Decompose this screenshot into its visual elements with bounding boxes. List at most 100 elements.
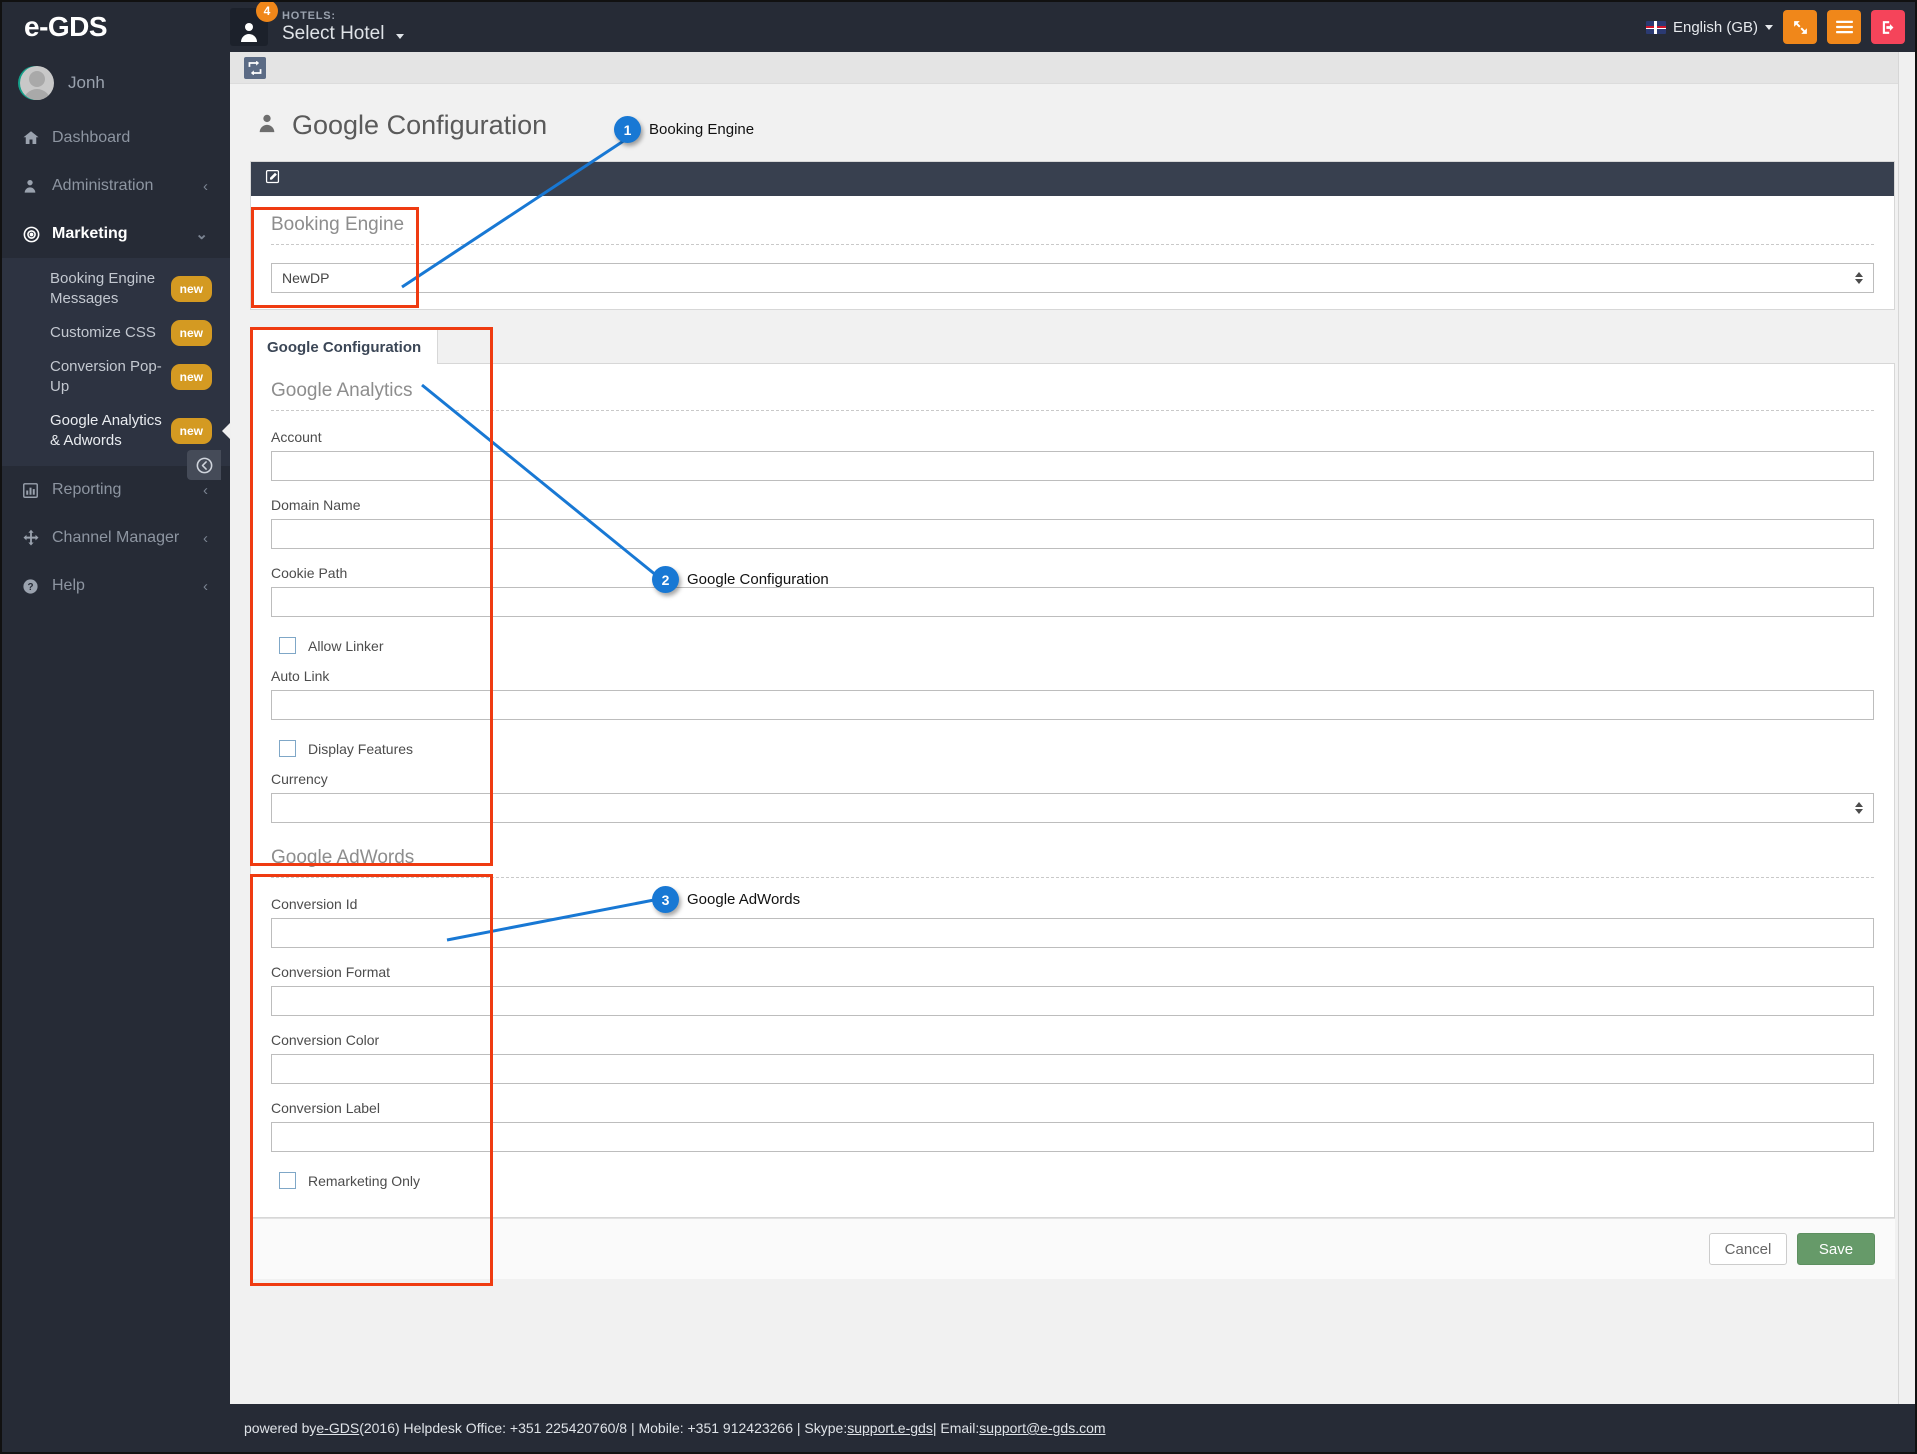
uk-flag-icon — [1645, 20, 1666, 34]
currency-select[interactable] — [271, 793, 1874, 823]
field-group-cookie-path: Cookie Path — [271, 565, 1874, 633]
footer-email-label: | Email: — [932, 1420, 980, 1436]
sidebar-item-marketing[interactable]: Marketing ⌄ — [2, 210, 230, 258]
select-spinner-icon — [1855, 802, 1863, 814]
arrows-move-icon — [22, 529, 48, 547]
field-group-conversion-color: Conversion Color — [271, 1032, 1874, 1100]
display-features-checkbox[interactable] — [279, 740, 296, 757]
google-configuration-tab-panel: Google Analytics Account Domain Name Coo… — [250, 363, 1895, 1218]
bar-chart-icon — [22, 482, 48, 499]
cancel-button[interactable]: Cancel — [1709, 1233, 1787, 1265]
sidebar-item-label: Reporting — [52, 481, 122, 498]
status-badge: new — [170, 320, 212, 346]
checkbox-row-remarketing-only[interactable]: Remarketing Only — [279, 1172, 1874, 1189]
remarketing-only-checkbox[interactable] — [279, 1172, 296, 1189]
footer-brand-link[interactable]: e-GDS — [316, 1420, 359, 1436]
field-label-domain-name: Domain Name — [271, 497, 361, 513]
footer-prefix: powered by — [244, 1420, 317, 1436]
account-input[interactable] — [271, 451, 1874, 481]
user-icon — [256, 112, 278, 139]
sidebar-collapse-button[interactable] — [187, 450, 221, 480]
form-actions: Cancel Save — [250, 1218, 1895, 1279]
field-group-conversion-format: Conversion Format — [271, 964, 1874, 1032]
chevron-down-icon — [1765, 24, 1773, 30]
sidebar-item-administration[interactable]: Administration ‹ — [2, 162, 230, 210]
refresh-icon[interactable] — [244, 56, 266, 79]
sidebar-item-label: Conversion Pop-Up — [50, 358, 162, 395]
sidebar-item-label: Administration — [52, 177, 154, 194]
divider — [271, 244, 1874, 245]
sidebar-item-label: Marketing — [52, 225, 128, 242]
panel-header — [251, 162, 1894, 196]
divider — [271, 877, 1874, 878]
language-selector[interactable]: English (GB) — [1645, 18, 1773, 36]
vertical-scrollbar[interactable] — [1898, 52, 1915, 1404]
allow-linker-checkbox[interactable] — [279, 637, 296, 654]
sidebar-item-booking-engine-messages[interactable]: Booking Engine Messages new — [2, 262, 230, 316]
chevron-down-icon: ⌄ — [195, 226, 208, 243]
sidebar: Jonh Dashboard Administration ‹ Marketin… — [2, 52, 231, 1404]
save-button[interactable]: Save — [1797, 1233, 1875, 1265]
top-bar-actions: English (GB) — [1645, 10, 1915, 44]
sidebar-item-label: Dashboard — [52, 129, 131, 146]
booking-engine-select[interactable]: NewDP — [271, 263, 1874, 293]
sidebar-item-label: Help — [52, 577, 85, 594]
field-label-currency: Currency — [271, 771, 328, 787]
select-spinner-icon — [1855, 272, 1863, 284]
main-content: Google Configuration Booking Engine NewD… — [230, 52, 1915, 1404]
notification-count-badge: 4 — [256, 2, 278, 22]
field-group-domain-name: Domain Name — [271, 497, 1874, 565]
hamburger-menu-icon[interactable] — [1827, 10, 1861, 44]
hotel-selector-block[interactable]: 4 HOTELS: Select Hotel — [230, 2, 404, 46]
logout-icon[interactable] — [1871, 10, 1905, 44]
hotel-select-dropdown[interactable]: Select Hotel — [282, 23, 404, 45]
avatar — [20, 66, 54, 100]
section-title-google-analytics: Google Analytics — [271, 380, 413, 401]
checkbox-row-allow-linker[interactable]: Allow Linker — [279, 637, 1874, 654]
booking-engine-panel: Booking Engine NewDP — [250, 161, 1895, 310]
conversion-id-input[interactable] — [271, 918, 1874, 948]
conversion-format-input[interactable] — [271, 986, 1874, 1016]
page-footer: powered by e-GDS (2016) Helpdesk Office:… — [230, 1404, 1915, 1452]
auto-link-input[interactable] — [271, 690, 1874, 720]
field-label-auto-link: Auto Link — [271, 668, 330, 684]
sidebar-item-dashboard[interactable]: Dashboard — [2, 114, 230, 162]
brand-logo[interactable]: e-GDS — [2, 2, 230, 52]
page-title: Google Configuration — [292, 110, 548, 140]
language-label: English (GB) — [1672, 18, 1758, 36]
conversion-color-input[interactable] — [271, 1054, 1874, 1084]
active-indicator-arrow — [222, 422, 231, 440]
domain-name-input[interactable] — [271, 519, 1874, 549]
tab-google-configuration[interactable]: Google Configuration — [250, 327, 439, 364]
user-badge-wrap[interactable]: 4 — [230, 2, 278, 46]
field-group-conversion-id: Conversion Id — [271, 896, 1874, 964]
sidebar-item-channel-manager[interactable]: Channel Manager ‹ — [2, 514, 230, 562]
app-window: e-GDS 4 HOTELS: Select Hotel English (GB… — [0, 0, 1917, 1454]
remarketing-only-label: Remarketing Only — [308, 1172, 421, 1189]
footer-skype-link[interactable]: support.e-gds — [847, 1420, 933, 1436]
footer-left-fill — [2, 1404, 230, 1452]
field-group-account: Account — [271, 429, 1874, 497]
content-toolbar — [230, 52, 1915, 84]
question-circle-icon: ? — [22, 578, 48, 595]
checkbox-row-display-features[interactable]: Display Features — [279, 740, 1874, 757]
top-bar: e-GDS 4 HOTELS: Select Hotel English (GB… — [2, 2, 1915, 52]
sidebar-item-customize-css[interactable]: Customize CSS new — [2, 316, 230, 350]
target-icon — [22, 225, 48, 244]
sidebar-item-label: Google Analytics & Adwords — [50, 412, 162, 449]
field-label-conversion-label: Conversion Label — [271, 1100, 380, 1116]
sidebar-item-help[interactable]: ? Help ‹ — [2, 562, 230, 610]
display-features-label: Display Features — [308, 740, 414, 757]
section-title-booking-engine: Booking Engine — [271, 214, 405, 235]
edit-icon[interactable] — [265, 169, 280, 189]
booking-engine-body: Booking Engine NewDP — [251, 196, 1894, 309]
cookie-path-input[interactable] — [271, 587, 1874, 617]
allow-linker-label: Allow Linker — [308, 637, 384, 654]
fullscreen-icon[interactable] — [1783, 10, 1817, 44]
profile-name: Jonh — [68, 73, 105, 92]
sidebar-item-conversion-popup[interactable]: Conversion Pop-Up new — [2, 350, 230, 404]
booking-engine-select-value: NewDP — [282, 270, 330, 286]
conversion-label-input[interactable] — [271, 1122, 1874, 1152]
sidebar-profile[interactable]: Jonh — [2, 52, 230, 114]
footer-email-link[interactable]: support@e-gds.com — [979, 1420, 1105, 1436]
